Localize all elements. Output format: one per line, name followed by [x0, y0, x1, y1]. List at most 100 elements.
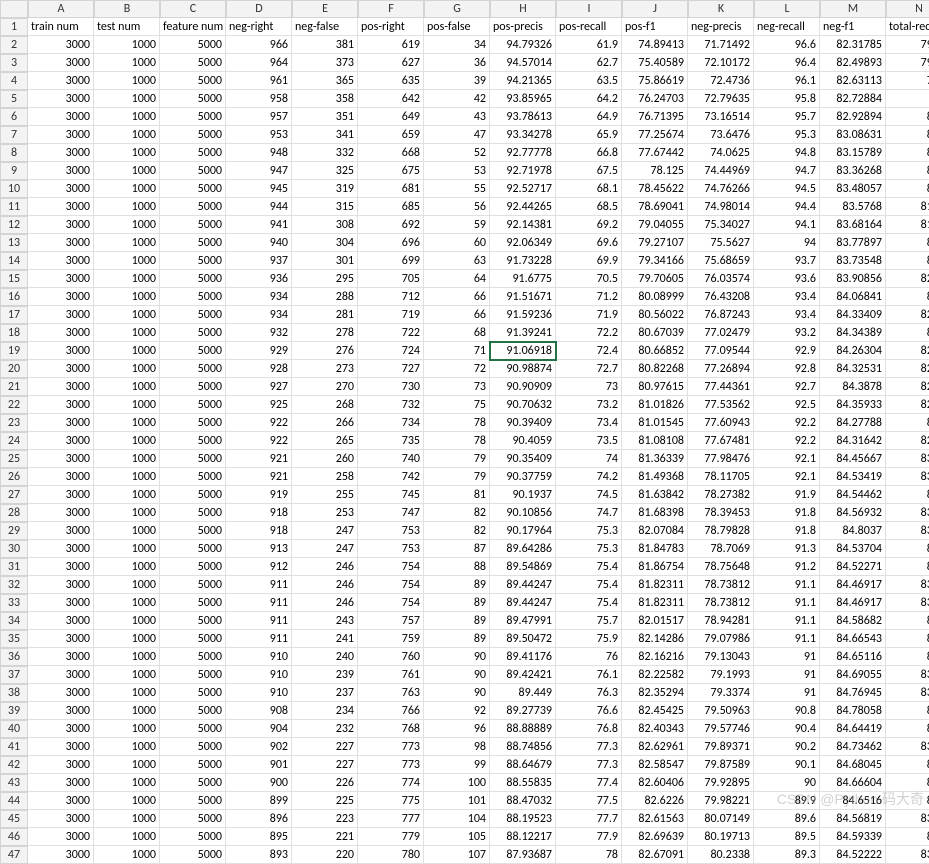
data-cell[interactable]: 79.07986 — [688, 630, 754, 648]
data-cell[interactable]: 80.97615 — [622, 378, 688, 396]
data-cell[interactable]: 83.65 — [886, 846, 929, 864]
data-cell[interactable]: 88.74856 — [490, 738, 556, 756]
data-cell[interactable]: 747 — [358, 504, 424, 522]
corner-cell[interactable] — [0, 0, 28, 18]
data-cell[interactable]: 941 — [226, 216, 292, 234]
data-cell[interactable]: 83.15789 — [820, 144, 886, 162]
data-cell[interactable]: 957 — [226, 108, 292, 126]
data-cell[interactable]: 82.85 — [886, 432, 929, 450]
data-cell[interactable]: 80.56022 — [622, 306, 688, 324]
data-cell[interactable]: 73.5 — [556, 432, 622, 450]
header-cell[interactable]: neg-recall — [754, 18, 820, 36]
data-cell[interactable]: 90.8 — [754, 702, 820, 720]
data-cell[interactable]: 78.7069 — [688, 540, 754, 558]
data-cell[interactable]: 71.9 — [556, 306, 622, 324]
data-cell[interactable]: 919 — [226, 486, 292, 504]
data-cell[interactable]: 5000 — [160, 270, 226, 288]
data-cell[interactable]: 1000 — [94, 468, 160, 486]
data-cell[interactable]: 84.52222 — [820, 846, 886, 864]
data-cell[interactable]: 76.03574 — [688, 270, 754, 288]
data-cell[interactable]: 76.8 — [556, 720, 622, 738]
data-cell[interactable]: 82.65 — [886, 306, 929, 324]
data-cell[interactable]: 76.43208 — [688, 288, 754, 306]
data-cell[interactable]: 84.34389 — [820, 324, 886, 342]
data-cell[interactable]: 5000 — [160, 738, 226, 756]
data-cell[interactable]: 745 — [358, 486, 424, 504]
data-cell[interactable]: 3000 — [28, 450, 94, 468]
data-cell[interactable]: 5000 — [160, 540, 226, 558]
data-cell[interactable]: 64.2 — [556, 90, 622, 108]
data-cell[interactable]: 79.13043 — [688, 648, 754, 666]
data-cell[interactable]: 1000 — [94, 54, 160, 72]
data-cell[interactable]: 301 — [292, 252, 358, 270]
data-cell[interactable]: 234 — [292, 702, 358, 720]
data-cell[interactable]: 922 — [226, 432, 292, 450]
data-cell[interactable]: 3000 — [28, 180, 94, 198]
data-cell[interactable]: 82.49893 — [820, 54, 886, 72]
data-cell[interactable]: 77.9 — [556, 828, 622, 846]
data-cell[interactable]: 71 — [424, 342, 490, 360]
row-header-46[interactable]: 46 — [0, 828, 28, 846]
data-cell[interactable]: 69.6 — [556, 234, 622, 252]
data-cell[interactable]: 913 — [226, 540, 292, 558]
data-cell[interactable]: 5000 — [160, 774, 226, 792]
data-cell[interactable]: 365 — [292, 72, 358, 90]
data-cell[interactable]: 936 — [226, 270, 292, 288]
data-cell[interactable]: 759 — [358, 630, 424, 648]
data-cell[interactable]: 84.68045 — [820, 756, 886, 774]
col-header-F[interactable]: F — [358, 0, 424, 18]
data-cell[interactable]: 5000 — [160, 630, 226, 648]
row-header-42[interactable]: 42 — [0, 756, 28, 774]
data-cell[interactable]: 84.27788 — [820, 414, 886, 432]
data-cell[interactable]: 358 — [292, 90, 358, 108]
data-cell[interactable]: 81 — [424, 486, 490, 504]
data-cell[interactable]: 1000 — [94, 378, 160, 396]
row-header-20[interactable]: 20 — [0, 360, 28, 378]
data-cell[interactable]: 73.6476 — [688, 126, 754, 144]
data-cell[interactable]: 5000 — [160, 684, 226, 702]
data-cell[interactable]: 3000 — [28, 630, 94, 648]
data-cell[interactable]: 91.8 — [754, 504, 820, 522]
data-cell[interactable]: 81.01826 — [622, 396, 688, 414]
data-cell[interactable]: 77.98476 — [688, 450, 754, 468]
data-cell[interactable]: 95.7 — [754, 108, 820, 126]
data-cell[interactable]: 79 — [424, 468, 490, 486]
data-cell[interactable]: 89 — [424, 630, 490, 648]
data-cell[interactable]: 100 — [424, 774, 490, 792]
data-cell[interactable]: 5000 — [160, 36, 226, 54]
data-cell[interactable]: 89.6 — [754, 810, 820, 828]
data-cell[interactable]: 63.5 — [556, 72, 622, 90]
row-header-6[interactable]: 6 — [0, 108, 28, 126]
data-cell[interactable]: 79.87589 — [688, 756, 754, 774]
data-cell[interactable]: 1000 — [94, 234, 160, 252]
data-cell[interactable]: 3000 — [28, 702, 94, 720]
data-cell[interactable]: 83.5768 — [820, 198, 886, 216]
data-cell[interactable]: 727 — [358, 360, 424, 378]
data-cell[interactable]: 627 — [358, 54, 424, 72]
data-cell[interactable]: 911 — [226, 612, 292, 630]
row-header-32[interactable]: 32 — [0, 576, 28, 594]
data-cell[interactable]: 255 — [292, 486, 358, 504]
data-cell[interactable]: 84.46917 — [820, 576, 886, 594]
col-header-M[interactable]: M — [820, 0, 886, 18]
data-cell[interactable]: 3000 — [28, 72, 94, 90]
data-cell[interactable]: 227 — [292, 756, 358, 774]
row-header-11[interactable]: 11 — [0, 198, 28, 216]
data-cell[interactable]: 87 — [424, 540, 490, 558]
data-cell[interactable]: 225 — [292, 792, 358, 810]
data-cell[interactable]: 79 — [424, 450, 490, 468]
data-cell[interactable]: 82.7 — [886, 324, 929, 342]
data-cell[interactable]: 91.06918 — [490, 342, 556, 360]
data-cell[interactable]: 88.88889 — [490, 720, 556, 738]
data-cell[interactable]: 84.31642 — [820, 432, 886, 450]
data-cell[interactable]: 692 — [358, 216, 424, 234]
data-cell[interactable]: 73.4 — [556, 414, 622, 432]
data-cell[interactable]: 241 — [292, 630, 358, 648]
data-cell[interactable]: 105 — [424, 828, 490, 846]
data-cell[interactable]: 754 — [358, 558, 424, 576]
spreadsheet-grid[interactable]: ABCDEFGHIJKLMN1train numtest numfeature … — [0, 0, 929, 864]
data-cell[interactable]: 83.90856 — [820, 270, 886, 288]
data-cell[interactable]: 901 — [226, 756, 292, 774]
data-cell[interactable]: 76.3 — [556, 684, 622, 702]
data-cell[interactable]: 1000 — [94, 594, 160, 612]
